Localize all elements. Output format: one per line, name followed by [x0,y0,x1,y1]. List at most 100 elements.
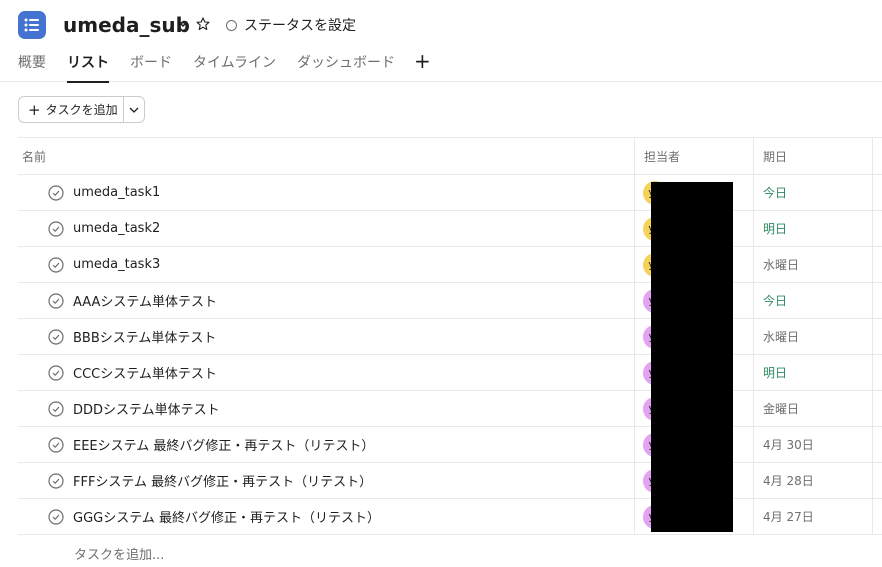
due-date-cell[interactable]: 今日 [753,175,872,210]
add-task-label: タスクを追加 [45,103,118,117]
chevron-down-icon[interactable] [177,15,189,33]
table-row[interactable]: DDDシステム単体テスト yy 金曜日 [18,391,882,427]
check-circle-icon[interactable] [48,472,64,489]
check-circle-icon[interactable] [48,364,64,381]
project-title[interactable]: umeda_sub [63,13,190,37]
add-task-link[interactable]: タスクを追加... [74,544,164,563]
task-name: umeda_task3 [73,257,161,272]
due-date: 金曜日 [763,402,800,416]
task-name-cell[interactable]: BBBシステム単体テスト [48,319,216,354]
task-name: CCCシステム単体テスト [73,367,217,382]
extra-cell [872,247,882,282]
due-date: 4月 30日 [763,438,814,452]
check-circle-icon[interactable] [48,184,64,201]
column-header-name[interactable]: 名前 [22,138,46,175]
task-name-cell[interactable]: umeda_task3 [48,247,160,282]
task-name-cell[interactable]: DDDシステム単体テスト [48,391,220,426]
task-name: AAAシステム単体テスト [73,295,218,310]
extra-cell [872,427,882,462]
extra-cell [872,211,882,246]
plus-icon: + [28,100,41,119]
table-row[interactable]: CCCシステム単体テスト yy 明日 [18,355,882,391]
extra-cell [872,283,882,318]
add-task-button-group: + タスクを追加 [18,96,145,123]
table-row[interactable]: umeda_task1 yu 今日 [18,175,882,211]
extra-cell [872,355,882,390]
due-date-cell[interactable]: 水曜日 [753,247,872,282]
due-date-cell[interactable]: 今日 [753,283,872,318]
add-tab-button[interactable]: + [414,50,431,82]
table-row[interactable]: GGGシステム 最終バグ修正・再テスト（リテスト） yy 4月 27日 [18,499,882,535]
tab-overview[interactable]: 概要 [18,50,46,82]
task-name-cell[interactable]: AAAシステム単体テスト [48,283,217,318]
task-name-cell[interactable]: EEEシステム 最終バグ修正・再テスト（リテスト） [48,427,374,462]
table-header: 名前 担当者 期日 [18,137,882,175]
tab-board[interactable]: ボード [130,50,172,82]
list-icon[interactable] [18,11,46,39]
task-name-cell[interactable]: umeda_task2 [48,211,160,246]
task-name: GGGシステム 最終バグ修正・再テスト（リテスト） [73,511,380,526]
table-row[interactable]: FFFシステム 最終バグ修正・再テスト（リテスト） yy 4月 28日 [18,463,882,499]
extra-cell [872,499,882,534]
due-date: 4月 27日 [763,510,814,524]
status-circle-icon [226,19,237,31]
chevron-down-icon [129,107,139,113]
due-date-cell[interactable]: 4月 30日 [753,427,872,462]
check-circle-icon[interactable] [48,292,64,309]
task-name-cell[interactable]: CCCシステム単体テスト [48,355,217,390]
task-name: DDDシステム単体テスト [73,403,220,418]
check-circle-icon[interactable] [48,436,64,453]
column-header-assignee[interactable]: 担当者 [634,138,753,175]
due-date: 4月 28日 [763,474,814,488]
table-row[interactable]: BBBシステム単体テスト yy 水曜日 [18,319,882,355]
due-date: 明日 [763,366,788,380]
add-task-button[interactable]: + タスクを追加 [19,97,124,122]
table-row[interactable]: EEEシステム 最終バグ修正・再テスト（リテスト） yy 4月 30日 [18,427,882,463]
tab-list[interactable]: リスト [67,50,109,83]
extra-cell [872,391,882,426]
column-header-due[interactable]: 期日 [753,138,872,175]
task-name: umeda_task1 [73,185,161,200]
due-date: 水曜日 [763,258,800,272]
check-circle-icon[interactable] [48,328,64,345]
table-row[interactable]: umeda_task3 yu 水曜日 [18,247,882,283]
task-name-cell[interactable]: GGGシステム 最終バグ修正・再テスト（リテスト） [48,499,380,534]
extra-cell [872,175,882,210]
star-icon[interactable] [195,14,211,34]
task-name-cell[interactable]: umeda_task1 [48,175,160,210]
redacted-area [651,182,733,532]
extra-cell [872,463,882,498]
project-header: umeda_sub ステータスを設定 概要 リスト ボード タイムライン ダッシ… [0,0,882,83]
due-date-cell[interactable]: 明日 [753,211,872,246]
check-circle-icon[interactable] [48,220,64,237]
tab-dashboard[interactable]: ダッシュボード [297,50,395,82]
column-header-extra [872,138,882,175]
task-name: EEEシステム 最終バグ修正・再テスト（リテスト） [73,439,375,454]
task-name: FFFシステム 最終バグ修正・再テスト（リテスト） [73,475,373,490]
due-date-cell[interactable]: 4月 27日 [753,499,872,534]
add-task-dropdown[interactable] [124,97,144,122]
due-date: 今日 [763,186,788,200]
extra-cell [872,319,882,354]
check-circle-icon[interactable] [48,508,64,525]
task-name: BBBシステム単体テスト [73,331,217,346]
due-date-cell[interactable]: 4月 28日 [753,463,872,498]
task-name: umeda_task2 [73,221,161,236]
due-date: 今日 [763,294,788,308]
set-status-button[interactable]: ステータスを設定 [226,15,356,35]
due-date-cell[interactable]: 水曜日 [753,319,872,354]
due-date: 水曜日 [763,330,800,344]
check-circle-icon[interactable] [48,256,64,273]
due-date-cell[interactable]: 明日 [753,355,872,390]
task-name-cell[interactable]: FFFシステム 最終バグ修正・再テスト（リテスト） [48,463,372,498]
check-circle-icon[interactable] [48,400,64,417]
status-label: ステータスを設定 [244,18,356,34]
tab-timeline[interactable]: タイムライン [193,50,276,82]
project-tabs: 概要 リスト ボード タイムライン ダッシュボード + [18,50,431,83]
task-table: 名前 担当者 期日 umeda_task1 yu 今日 umeda_task2 … [18,137,882,535]
table-body: umeda_task1 yu 今日 umeda_task2 yu 明日 umed… [18,175,882,535]
table-row[interactable]: AAAシステム単体テスト yy 今日 [18,283,882,319]
table-row[interactable]: umeda_task2 yu 明日 [18,211,882,247]
due-date: 明日 [763,222,788,236]
due-date-cell[interactable]: 金曜日 [753,391,872,426]
